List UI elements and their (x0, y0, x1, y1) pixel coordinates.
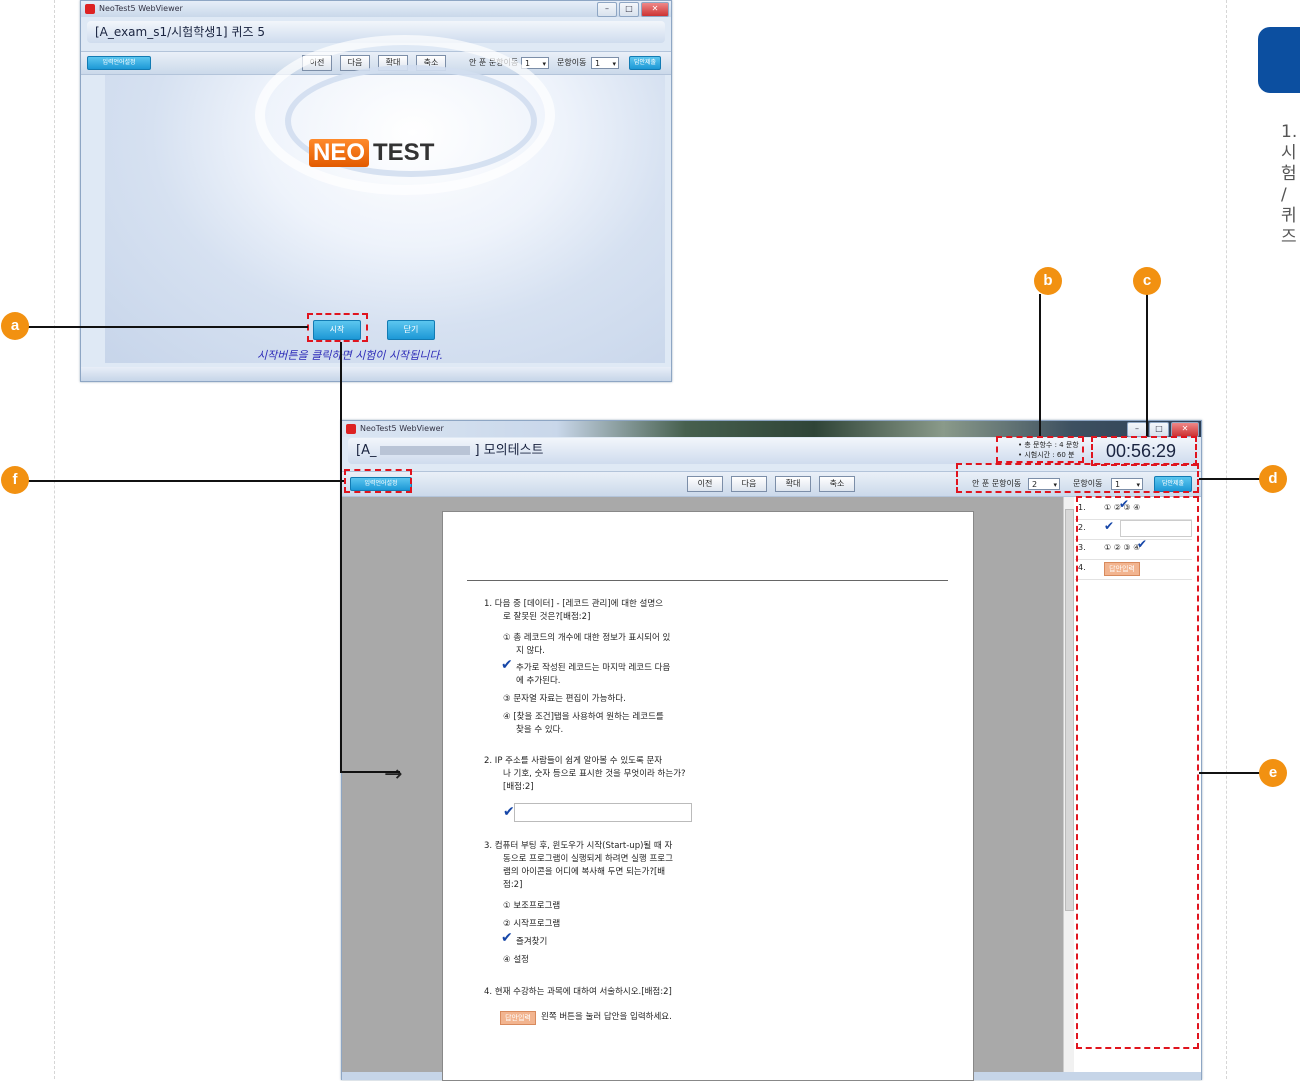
arrow-right-icon: → (384, 762, 403, 787)
q1-text: 로 잘못된 것은?[배점:2] (503, 612, 591, 622)
close-button[interactable]: 닫기 (387, 320, 435, 340)
q1-option-1-cont: 지 않다. (516, 646, 545, 656)
q3-option-1[interactable]: ① 보조프로그램 (503, 900, 560, 913)
checkmark-icon: ✔ (503, 804, 515, 820)
callout-c: c (1133, 267, 1161, 295)
goto-label: 문항이동 (557, 58, 587, 67)
q1-text: 1. 다음 중 [데이터] - [레코드 관리]에 대한 설명으 (484, 599, 663, 609)
connector-a-down (340, 342, 342, 773)
side-tab[interactable] (1258, 27, 1300, 93)
side-line: 시 (1281, 143, 1297, 163)
minimize-button[interactable]: – (1127, 422, 1147, 437)
logo-test: TEST (373, 139, 435, 166)
callout-a: a (1, 312, 29, 340)
q4-text: 4. 현재 수강하는 과목에 대하여 서술하시오.[배점:2] (484, 987, 672, 997)
highlight-exam-info (996, 436, 1084, 463)
q1-option-2[interactable]: 추가로 작성된 레코드는 마지막 레코드 다음 (516, 662, 670, 675)
q1-option-1[interactable]: ① 총 레코드의 개수에 대한 정보가 표시되어 있 (503, 632, 670, 645)
neotest-logo: NEO TEST (309, 137, 434, 169)
side-line: 험 (1281, 164, 1297, 184)
highlight-navigation (956, 463, 1199, 493)
side-line: 즈 (1281, 227, 1297, 247)
q3-text: 점:2] (503, 880, 523, 890)
connector-a (28, 326, 308, 328)
page-rule (467, 580, 948, 581)
highlight-start (307, 313, 368, 342)
next-button[interactable]: 다음 (731, 476, 767, 492)
callout-d: d (1259, 465, 1287, 493)
app-title: NeoTest5 WebViewer (360, 424, 444, 433)
q1-option-3[interactable]: ③ 문자열 자료는 편집이 가능하다. (503, 693, 626, 706)
guide-line-right (1226, 0, 1227, 1079)
app-icon (85, 4, 95, 14)
minimize-button[interactable]: – (597, 2, 617, 17)
q3-text: 동으로 프로그램이 실행되게 하려면 실행 프로그 (503, 854, 673, 864)
connector-b (1039, 294, 1041, 436)
app-icon (346, 424, 356, 434)
highlight-timer (1091, 436, 1197, 466)
login-titlebar: NeoTest5 WebViewer – □ ✕ (81, 1, 671, 17)
q3-text: 램의 아이콘을 어디에 복사해 두면 되는가?[배 (503, 867, 666, 877)
guide-line-left (54, 0, 55, 1079)
connector-e (1199, 772, 1261, 774)
goto-select[interactable]: 1 ▾ (591, 57, 619, 69)
q1-option-2-cont: 에 추가된다. (516, 676, 561, 686)
side-line: 퀴 (1281, 206, 1297, 226)
zoom-in-button[interactable]: 확대 (775, 476, 811, 492)
connector-c (1146, 294, 1148, 436)
q4-answer-input-button[interactable]: 답안입력 (500, 1011, 536, 1025)
q2-text: [배점:2] (503, 782, 534, 792)
status-bar (81, 367, 671, 381)
highlight-answer-panel (1076, 496, 1199, 1049)
q3-text: 3. 컴퓨터 부팅 후, 윈도우가 시작(Start-up)될 때 자 (484, 841, 673, 851)
checkmark-icon: ✔ (501, 930, 513, 946)
input-language-button[interactable]: 입력언어설정 (87, 56, 151, 70)
q4-hint: 왼쪽 버튼을 눌러 답안을 입력하세요. (541, 1012, 672, 1022)
highlight-input-language (344, 469, 412, 493)
maximize-button[interactable]: □ (619, 2, 639, 17)
start-instruction: 시작버튼을 클릭하면 시험이 시작됩니다. (257, 349, 444, 362)
side-panel-text: 1. 시 험 / 퀴 즈 (1281, 122, 1300, 248)
connector-a-across (340, 771, 400, 773)
splash-area: NEO TEST 시작 닫기 시작버튼을 클릭하면 시험이 시작됩니다. (105, 35, 665, 363)
chevron-down-icon: ▾ (612, 60, 616, 68)
q1-option-4[interactable]: ④ [찾을 조건]탭을 사용하여 원하는 레코드를 (503, 711, 664, 724)
q2-answer-input[interactable] (514, 803, 692, 822)
q2-text: 나 기호, 숫자 등으로 표시한 것을 무엇이라 하는가? (503, 769, 686, 779)
submit-answers-button[interactable]: 답안제출 (629, 56, 661, 70)
logo-neo: NEO (309, 139, 370, 167)
connector-d (1199, 478, 1261, 480)
connector-f (28, 480, 344, 482)
q2-text: 2. IP 주소를 사람들이 쉽게 알아볼 수 있도록 문자 (484, 756, 663, 766)
side-line: / (1281, 185, 1287, 205)
maximize-button[interactable]: □ (1149, 422, 1169, 437)
goto-value: 1 (595, 59, 601, 68)
exam-title: [A_ ] 모의테스트 (356, 442, 543, 460)
exam-title-prefix: [A_ (356, 443, 377, 458)
close-window-button[interactable]: ✕ (641, 2, 669, 17)
app-title: NeoTest5 WebViewer (99, 4, 183, 13)
scrollbar-thumb[interactable] (1065, 509, 1074, 911)
prev-button[interactable]: 이전 (687, 476, 723, 492)
close-window-button[interactable]: ✕ (1171, 422, 1199, 437)
checkmark-icon: ✔ (501, 657, 513, 673)
callout-b: b (1034, 267, 1062, 295)
exam-title-suffix: ] 모의테스트 (474, 443, 544, 458)
side-line: 1. (1281, 122, 1298, 142)
redacted-name (380, 446, 471, 455)
chevron-down-icon: ▾ (542, 60, 546, 68)
callout-e: e (1259, 759, 1287, 787)
exam-titlebar: NeoTest5 WebViewer – □ ✕ (342, 421, 1201, 437)
q1-option-4-cont: 찾을 수 있다. (516, 725, 564, 735)
zoom-out-button[interactable]: 축소 (819, 476, 855, 492)
document-scrollbar[interactable] (1063, 497, 1074, 1080)
callout-f: f (1, 466, 29, 494)
q3-option-4[interactable]: ④ 설정 (503, 954, 529, 967)
login-window: NeoTest5 WebViewer – □ ✕ [A_exam_s1/시험학생… (80, 0, 672, 382)
q3-option-3[interactable]: 즐겨찾기 (516, 936, 547, 949)
